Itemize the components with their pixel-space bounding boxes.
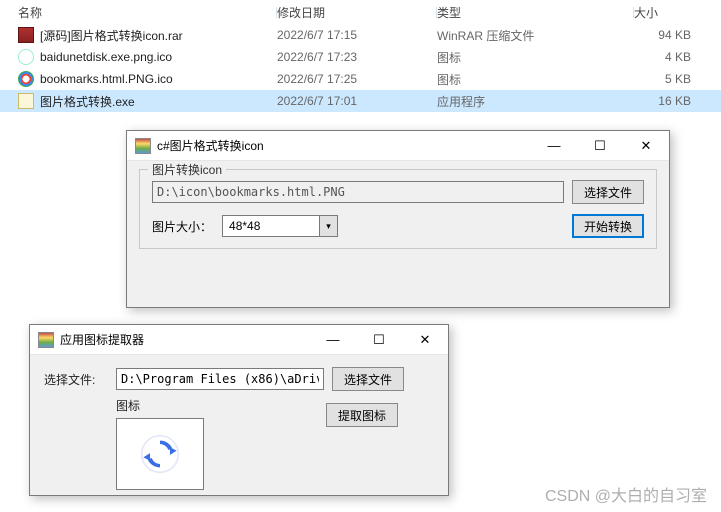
file-row[interactable]: 图片格式转换.exe 2022/6/7 17:01 应用程序 16 KB (0, 90, 721, 112)
file-size: 16 KB (634, 94, 701, 108)
browse-button[interactable]: 选择文件 (332, 367, 404, 391)
extractor-window: 应用图标提取器 — ☐ ✕ 选择文件: 选择文件 图标 提取 (29, 324, 449, 496)
col-header-date[interactable]: 修改日期 (277, 4, 437, 21)
ico-icon (18, 49, 34, 65)
file-date: 2022/6/7 17:15 (277, 28, 437, 42)
group-title: 图片转换icon (148, 161, 226, 178)
maximize-button[interactable]: ☐ (356, 325, 402, 354)
chrome-icon (18, 71, 34, 87)
size-combobox[interactable]: ▾ (222, 215, 338, 237)
file-size: 5 KB (634, 72, 701, 86)
file-date: 2022/6/7 17:23 (277, 50, 437, 64)
converter-window: c#图片格式转换icon — ☐ ✕ 图片转换icon 选择文件 图片大小： ▾… (126, 130, 670, 308)
minimize-button[interactable]: — (531, 131, 577, 160)
file-name: baidunetdisk.exe.png.ico (40, 50, 172, 64)
extract-icon-button[interactable]: 提取图标 (326, 403, 398, 427)
file-label: 选择文件: (44, 371, 108, 388)
app-icon (38, 332, 54, 348)
size-value[interactable] (222, 215, 320, 237)
exe-icon (18, 93, 34, 109)
minimize-button[interactable]: — (310, 325, 356, 354)
titlebar[interactable]: c#图片格式转换icon — ☐ ✕ (127, 131, 669, 161)
browse-button[interactable]: 选择文件 (572, 180, 644, 204)
exe-path-input[interactable] (116, 368, 324, 390)
col-header-size[interactable]: 大小 (634, 4, 701, 21)
app-icon (135, 138, 151, 154)
file-name: [源码]图片格式转换icon.rar (40, 27, 183, 44)
maximize-button[interactable]: ☐ (577, 131, 623, 160)
explorer-header: 名称 修改日期 类型 大小 (0, 0, 721, 24)
file-name: bookmarks.html.PNG.ico (40, 72, 173, 86)
convert-group: 图片转换icon 选择文件 图片大小： ▾ 开始转换 (139, 169, 657, 249)
file-size: 94 KB (634, 28, 701, 42)
file-size: 4 KB (634, 50, 701, 64)
icon-preview (116, 418, 204, 490)
watermark: CSDN @大白的自习室 (545, 482, 707, 506)
chevron-down-icon[interactable]: ▾ (320, 215, 338, 237)
file-row[interactable]: bookmarks.html.PNG.ico 2022/6/7 17:25 图标… (0, 68, 721, 90)
file-type: 应用程序 (437, 93, 634, 110)
rar-icon (18, 27, 34, 43)
col-header-name[interactable]: 名称 (0, 4, 277, 21)
start-convert-button[interactable]: 开始转换 (572, 214, 644, 238)
col-header-type[interactable]: 类型 (437, 4, 634, 21)
file-explorer: 名称 修改日期 类型 大小 [源码]图片格式转换icon.rar 2022/6/… (0, 0, 721, 112)
window-title: c#图片格式转换icon (157, 137, 531, 154)
size-label: 图片大小： (152, 218, 212, 235)
file-type: 图标 (437, 49, 634, 66)
file-type: WinRAR 压缩文件 (437, 27, 634, 44)
file-type: 图标 (437, 71, 634, 88)
file-date: 2022/6/7 17:01 (277, 94, 437, 108)
source-path-input[interactable] (152, 181, 564, 203)
titlebar[interactable]: 应用图标提取器 — ☐ ✕ (30, 325, 448, 355)
file-date: 2022/6/7 17:25 (277, 72, 437, 86)
window-title: 应用图标提取器 (60, 331, 310, 348)
file-row[interactable]: [源码]图片格式转换icon.rar 2022/6/7 17:15 WinRAR… (0, 24, 721, 46)
close-button[interactable]: ✕ (402, 325, 448, 354)
close-button[interactable]: ✕ (623, 131, 669, 160)
sync-icon (140, 434, 180, 474)
file-row[interactable]: baidunetdisk.exe.png.ico 2022/6/7 17:23 … (0, 46, 721, 68)
file-name: 图片格式转换.exe (40, 93, 135, 110)
